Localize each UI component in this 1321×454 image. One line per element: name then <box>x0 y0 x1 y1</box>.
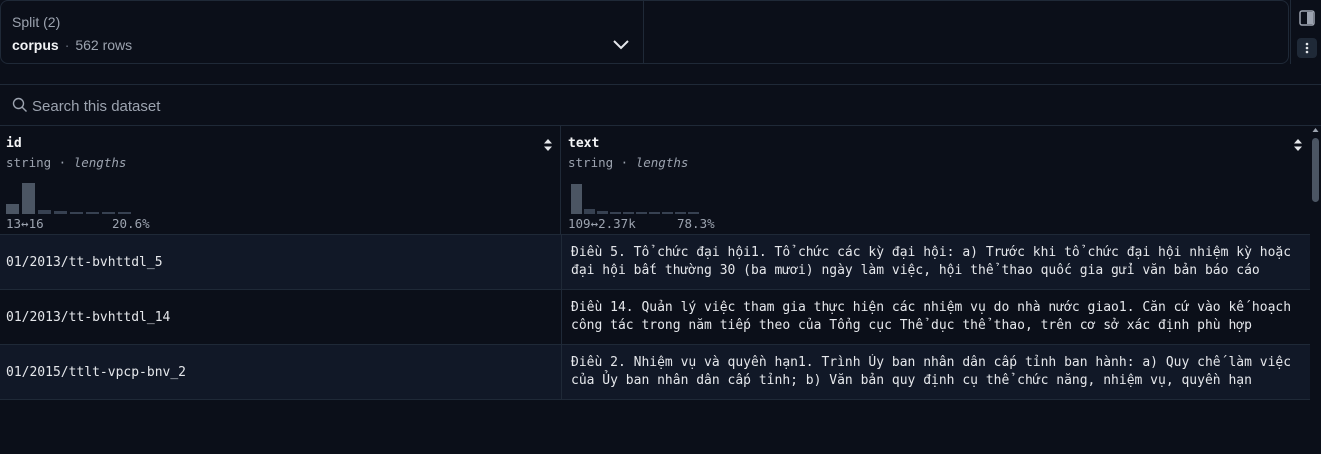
column-type-separator: · <box>51 155 74 170</box>
column-stat-label: lengths <box>73 155 127 170</box>
column-type-label: string <box>6 155 52 170</box>
table-row[interactable] <box>0 399 1310 454</box>
split-row-count: 562 rows <box>75 37 133 53</box>
cell-id-value: 01/2013/tt-bvhttdl_5 <box>6 255 163 270</box>
sort-icon[interactable] <box>543 138 553 152</box>
histogram-bar[interactable] <box>675 212 686 214</box>
histogram-bar[interactable] <box>584 209 595 214</box>
cell-id[interactable]: 01/2013/tt-bvhttdl_5 <box>0 235 562 289</box>
split-separator: · <box>64 37 70 53</box>
split-name: corpus <box>12 37 59 53</box>
column-header-text[interactable]: text string · lengths 109↔2.37k 78.3% <box>562 126 1310 234</box>
sort-icon[interactable] <box>1293 138 1303 152</box>
cell-text[interactable]: Điều 14. Quản lý việc tham gia thực hiện… <box>571 299 1306 335</box>
histogram-bar[interactable] <box>22 183 35 214</box>
length-range: 13↔16 <box>6 216 44 231</box>
table-row[interactable]: 01/2013/tt-bvhttdl_5 Điều 5. Tổ chức đại… <box>0 234 1310 289</box>
histogram-bar[interactable] <box>54 211 67 214</box>
panel-toggle-icon[interactable] <box>1299 10 1315 26</box>
split-selector-bar: Split (2) corpus · 562 rows <box>0 0 1289 64</box>
cell-text[interactable]: Điều 2. Nhiệm vụ và quyền hạn1. Trình Ủy… <box>571 354 1306 390</box>
split-value: corpus · 562 rows <box>12 37 132 53</box>
search-icon <box>12 97 27 112</box>
column-name: id <box>6 136 22 151</box>
table-scrollbar[interactable] <box>1310 126 1321 410</box>
chevron-down-icon <box>613 40 629 50</box>
length-range: 109↔2.37k <box>568 216 636 231</box>
table-body: 01/2013/tt-bvhttdl_5 Điều 5. Tổ chức đại… <box>0 234 1310 410</box>
histogram-bar[interactable] <box>118 212 131 214</box>
dataset-table: id string · lengths 13↔16 20.6% text str… <box>0 126 1310 410</box>
table-row[interactable]: 01/2013/tt-bvhttdl_14 Điều 14. Quản lý v… <box>0 289 1310 344</box>
cell-text[interactable]: Điều 5. Tổ chức đại hội1. Tổ chức các kỳ… <box>571 244 1306 280</box>
search-input[interactable] <box>30 93 634 119</box>
histogram-bar[interactable] <box>6 204 19 214</box>
cell-id[interactable]: 01/2013/tt-bvhttdl_14 <box>0 290 562 344</box>
cell-id-value: 01/2015/ttlt-vpcp-bnv_2 <box>6 365 187 380</box>
scroll-up-icon[interactable] <box>1312 126 1319 134</box>
histogram-bar[interactable] <box>649 212 660 214</box>
split-label: Split (2) <box>12 14 61 30</box>
more-options-button[interactable] <box>1297 38 1317 58</box>
split-dropdown[interactable]: Split (2) corpus · 562 rows <box>1 1 644 63</box>
column-type: string · lengths <box>6 155 126 170</box>
histogram-bar[interactable] <box>571 184 582 214</box>
column-header-id[interactable]: id string · lengths 13↔16 20.6% <box>0 126 561 234</box>
length-percent: 20.6% <box>112 216 150 231</box>
histogram-bar[interactable] <box>623 212 634 214</box>
length-percent: 78.3% <box>677 216 715 231</box>
side-tools <box>1290 0 1321 64</box>
kebab-icon <box>1305 42 1309 54</box>
length-histogram <box>6 183 131 214</box>
scroll-thumb[interactable] <box>1312 138 1319 202</box>
histogram-bar[interactable] <box>636 212 647 214</box>
histogram-bar[interactable] <box>610 212 621 214</box>
histogram-bar[interactable] <box>102 212 115 214</box>
histogram-bar[interactable] <box>688 212 699 214</box>
column-type-separator: · <box>613 155 636 170</box>
histogram-bar[interactable] <box>38 210 51 214</box>
cell-id-value: 01/2013/tt-bvhttdl_14 <box>6 310 171 325</box>
histogram-bar[interactable] <box>86 212 99 214</box>
column-stat-label: lengths <box>635 155 689 170</box>
cell-id[interactable]: 01/2015/ttlt-vpcp-bnv_2 <box>0 345 562 399</box>
table-row[interactable]: 01/2015/ttlt-vpcp-bnv_2 Điều 2. Nhiệm vụ… <box>0 344 1310 399</box>
column-type-label: string <box>568 155 614 170</box>
histogram-bar[interactable] <box>662 212 673 214</box>
search-bar <box>0 84 1321 126</box>
column-name: text <box>568 136 600 151</box>
length-histogram <box>571 184 699 214</box>
histogram-bar[interactable] <box>70 212 83 214</box>
column-type: string · lengths <box>568 155 688 170</box>
histogram-bar[interactable] <box>597 211 608 214</box>
